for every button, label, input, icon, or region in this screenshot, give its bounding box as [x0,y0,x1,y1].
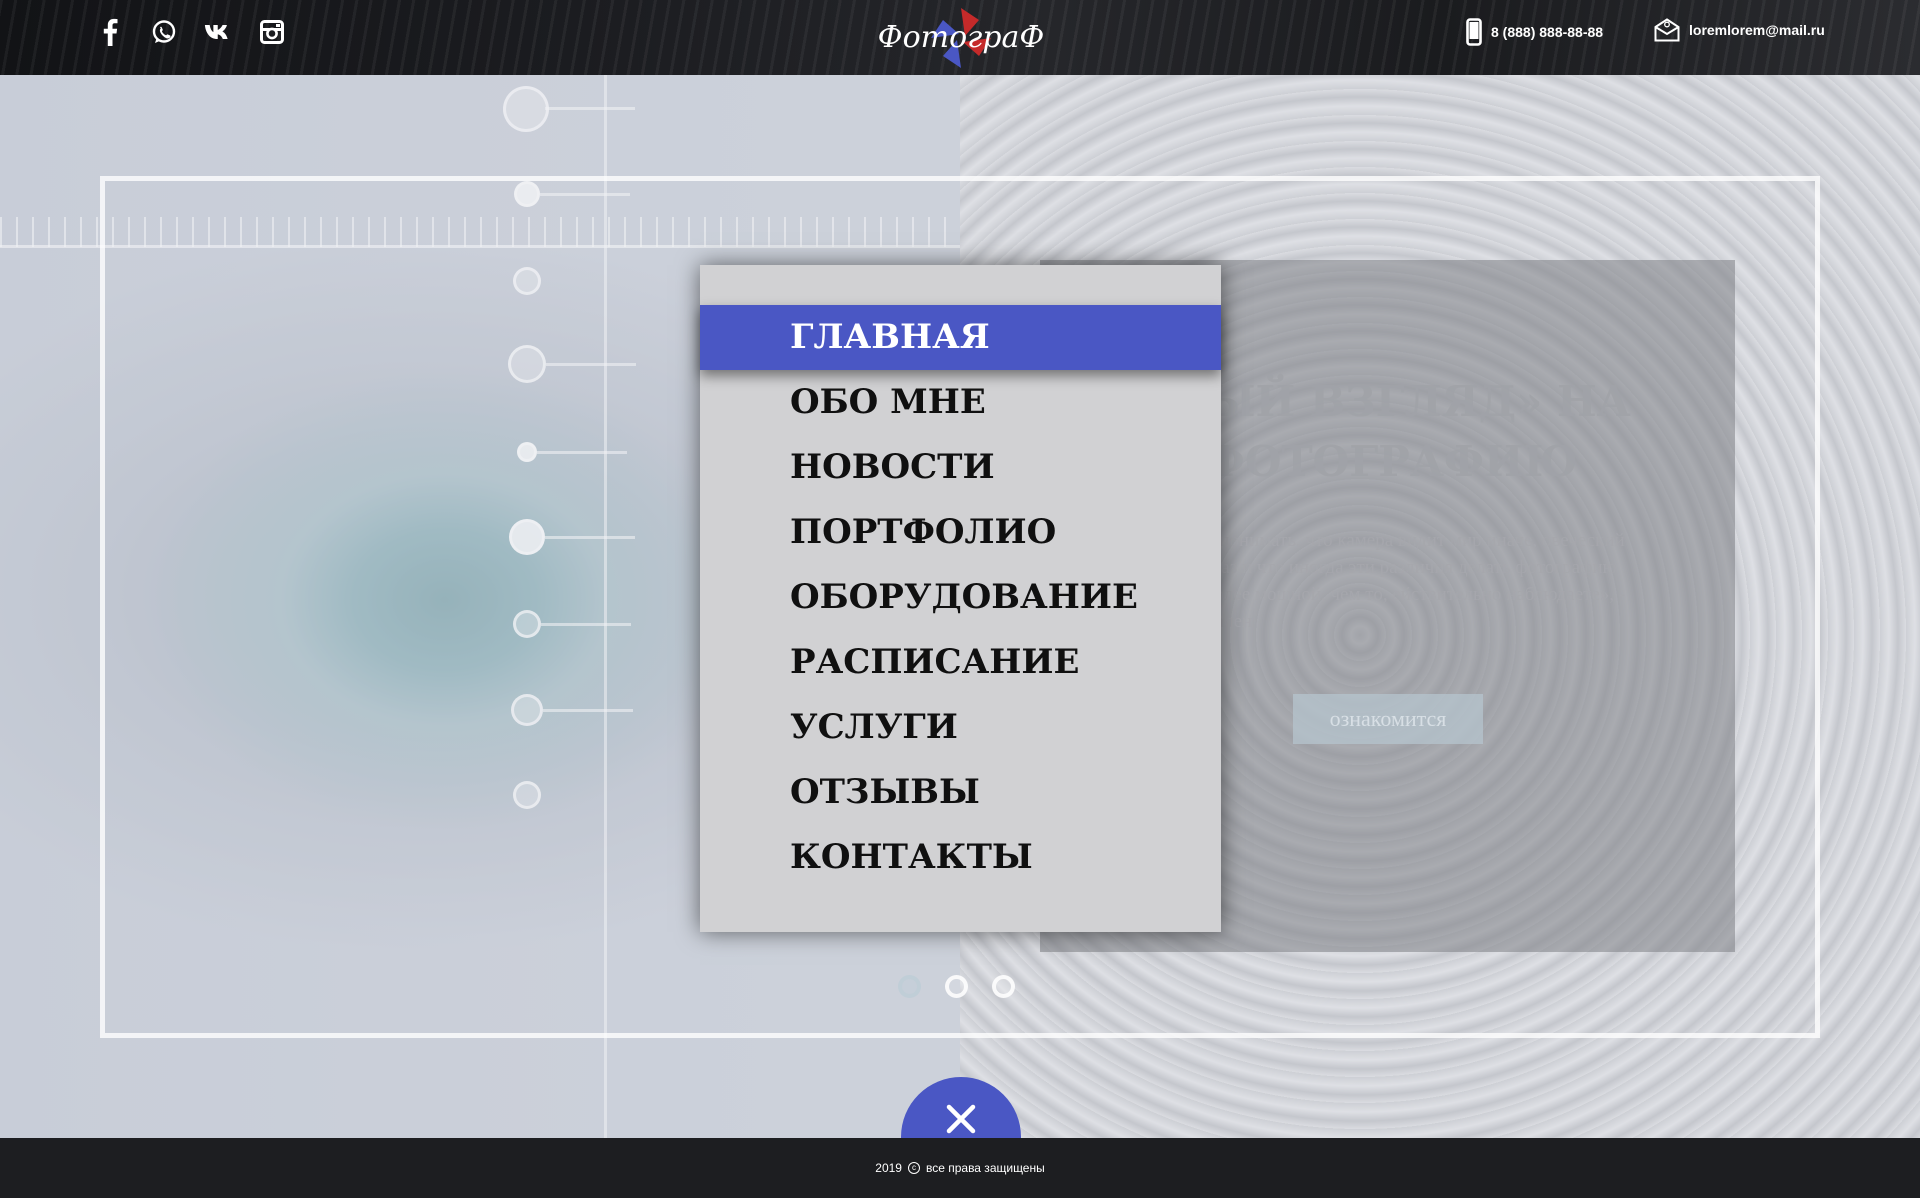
menu-item-services[interactable]: УСЛУГИ [700,695,1221,760]
menu-item-portfolio[interactable]: ПОРТФОЛИО [700,500,1221,565]
instagram-icon[interactable] [258,18,286,46]
footer-rights: все права защищены [925,1161,1045,1175]
phone-number: 8 (888) 888-88-88 [1491,24,1604,40]
menu-item-home[interactable]: ГЛАВНАЯ [700,305,1221,370]
slider-dot-3[interactable] [992,975,1015,998]
phone-icon [1466,18,1482,46]
slide-title: ЫЙ ВЗГЛЯД» НА ФОТОГРАФИЮ [1205,377,1631,486]
slide-more-button[interactable]: ознакомится [1293,694,1483,744]
site-logo[interactable]: ФотограФ [876,7,1046,68]
menu-item-contacts[interactable]: КОНТАКТЫ [700,825,1221,890]
header-email[interactable]: loremlorem@mail.ru [1654,18,1825,42]
social-links [96,18,286,46]
vk-icon[interactable] [204,18,232,46]
slider-dot-1[interactable] [898,975,921,998]
slide-quote: л понимать, что камера видит мир иначе, … [1205,530,1626,632]
menu-item-schedule[interactable]: РАСПИСАНИЕ [700,630,1221,695]
header-phone[interactable]: 8 (888) 888-88-88 [1466,18,1603,46]
menu-item-news[interactable]: НОВОСТИ [700,435,1221,500]
slider-pagination [898,975,1015,998]
footer-year: 2019 [875,1161,902,1175]
menu-item-about[interactable]: ОБО МНЕ [700,370,1221,435]
slider-dot-2[interactable] [945,975,968,998]
facebook-icon[interactable] [96,18,124,46]
whatsapp-icon[interactable] [150,18,178,46]
email-address: loremlorem@mail.ru [1689,22,1825,38]
copyright-icon: c [907,1162,920,1174]
page: ЫЙ ВЗГЛЯД» НА ФОТОГРАФИЮ л понимать, что… [0,0,1920,1198]
menu-item-reviews[interactable]: ОТЗЫВЫ [700,760,1221,825]
header: ФотограФ 8 (888) 888-88-88 loremlorem@ma… [0,0,1920,75]
close-icon [946,1104,976,1134]
main-menu-modal: ГЛАВНАЯ ОБО МНЕ НОВОСТИ ПОРТФОЛИО ОБОРУД… [700,265,1221,932]
email-icon [1654,18,1680,42]
logo-text: ФотограФ [877,20,1045,55]
menu-item-equipment[interactable]: ОБОРУДОВАНИЕ [700,565,1221,630]
footer: 2019 c все права защищены [0,1138,1920,1198]
